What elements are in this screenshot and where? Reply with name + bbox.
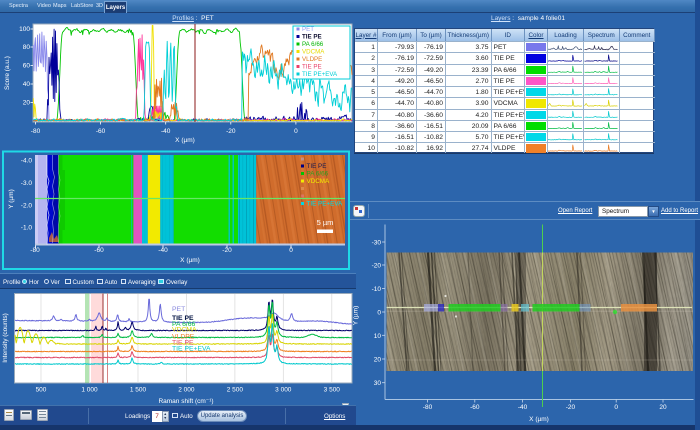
svg-text:20: 20 [374, 357, 382, 364]
svg-text:-40: -40 [518, 404, 528, 411]
svg-text:-80: -80 [423, 404, 433, 411]
svg-text:1 500: 1 500 [130, 387, 147, 394]
svg-text:PET: PET [172, 306, 185, 313]
svg-text:1 000: 1 000 [81, 387, 98, 394]
svg-text:3 000: 3 000 [275, 387, 292, 394]
svg-text:500: 500 [36, 387, 47, 394]
svg-text:-20: -20 [372, 263, 382, 270]
svg-text:Intensity (counts): Intensity (counts) [2, 313, 9, 363]
svg-text:2 000: 2 000 [178, 387, 195, 394]
svg-text:30: 30 [374, 380, 382, 387]
svg-text:0: 0 [377, 310, 381, 317]
svg-text:2 500: 2 500 [227, 387, 244, 394]
svg-text:0: 0 [614, 404, 618, 411]
svg-text:Raman shift (cm⁻¹): Raman shift (cm⁻¹) [158, 398, 213, 405]
svg-text:-20: -20 [566, 404, 576, 411]
svg-text:-10: -10 [372, 286, 382, 293]
svg-text:-30: -30 [372, 240, 382, 247]
svg-text:20: 20 [659, 404, 667, 411]
svg-text:TIE PE+EVA: TIE PE+EVA [172, 346, 211, 353]
svg-text:3 500: 3 500 [324, 387, 341, 394]
svg-text:VDCMA: VDCMA [172, 327, 197, 334]
svg-text:10: 10 [374, 333, 382, 340]
svg-text:X (µm): X (µm) [529, 416, 549, 423]
svg-text:-60: -60 [470, 404, 480, 411]
